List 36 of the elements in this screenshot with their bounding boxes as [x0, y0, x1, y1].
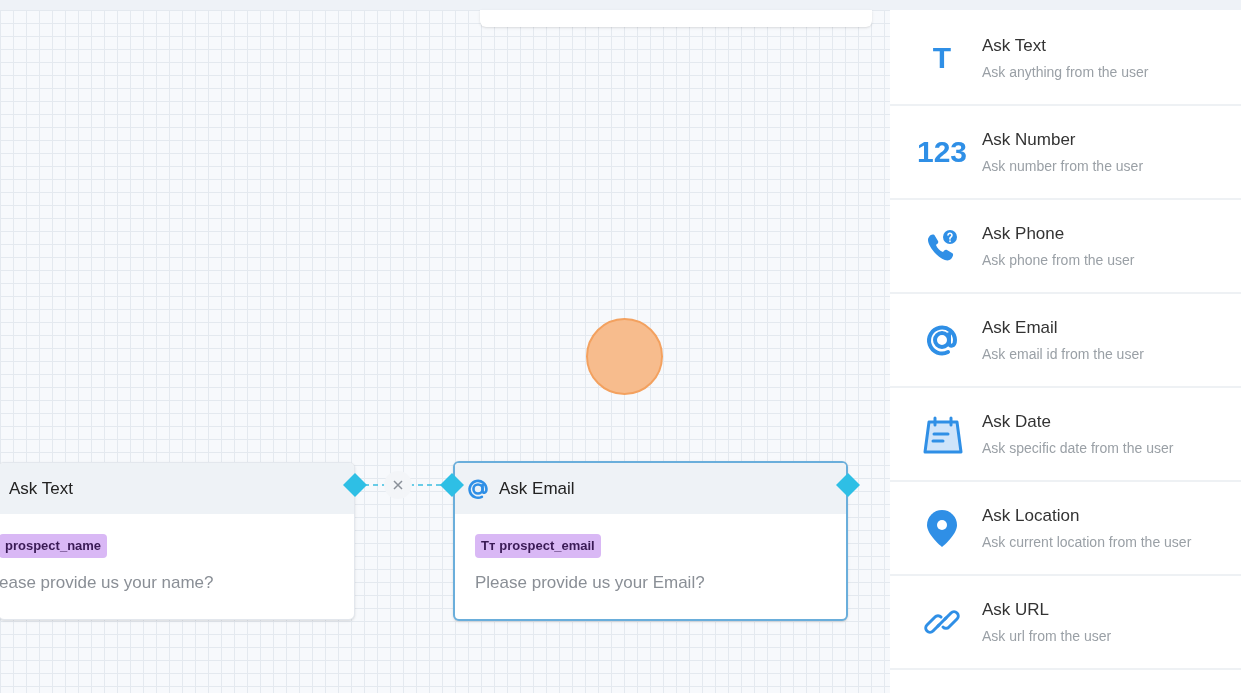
item-title: Ask URL — [982, 598, 1051, 621]
item-subtitle: Ask url from the user — [982, 627, 1112, 647]
location-pin-icon — [924, 508, 960, 548]
delete-connector-icon[interactable] — [383, 470, 413, 500]
variable-tag: Tт prospect_email — [475, 534, 601, 558]
sidebar-item[interactable]: Ask URL Ask url from the user — [890, 576, 1241, 670]
item-subtitle: Ask phone from the user — [982, 251, 1135, 271]
node-question: ease provide us your name? — [0, 571, 214, 594]
item-subtitle: Ask specific date from the user — [982, 439, 1174, 459]
sidebar-item[interactable]: Ask Email Ask email id from the user — [890, 294, 1241, 388]
node-title: Ask Text — [9, 477, 73, 500]
item-subtitle: Ask number from the user — [982, 157, 1144, 177]
calendar-icon — [921, 414, 963, 454]
item-subtitle: Ask email id from the user — [982, 345, 1144, 365]
glyph-icon: 123 — [916, 137, 968, 167]
sidebar-item[interactable]: Ask Date Ask specific date from the user — [890, 388, 1241, 482]
node-title: Ask Email — [499, 477, 575, 500]
connection-handle[interactable] — [343, 473, 367, 497]
node-question: Please provide us your Email? — [475, 571, 705, 594]
item-title: Ask Number — [982, 128, 1077, 151]
connection-handle[interactable] — [836, 473, 860, 497]
item-title: Ask Phone — [982, 222, 1066, 245]
connection-handle[interactable] — [440, 473, 464, 497]
flow-node[interactable]: Ask Email Tт prospect_email Please provide us your Email? — [453, 461, 848, 621]
glyph-icon: T — [932, 43, 952, 73]
item-title: Ask Text — [982, 34, 1047, 57]
flow-node[interactable]: Ask Text prospect_name ease provide us your name? — [0, 462, 355, 620]
sidebar-item[interactable]: T Ask Text Ask anything from the user — [890, 12, 1241, 106]
item-subtitle: Ask anything from the user — [982, 63, 1149, 83]
item-title: Ask Location — [982, 504, 1081, 527]
item-title: Ask Date — [982, 410, 1052, 433]
sidebar-item[interactable]: Ask Location Ask current location from the user — [890, 482, 1241, 576]
variable-tag: prospect_name — [0, 534, 108, 558]
sidebar-item[interactable]: Ask Phone Ask phone from the user — [890, 200, 1241, 294]
item-subtitle: Ask current location from the user — [982, 533, 1192, 553]
item-title: Ask Email — [982, 316, 1059, 339]
